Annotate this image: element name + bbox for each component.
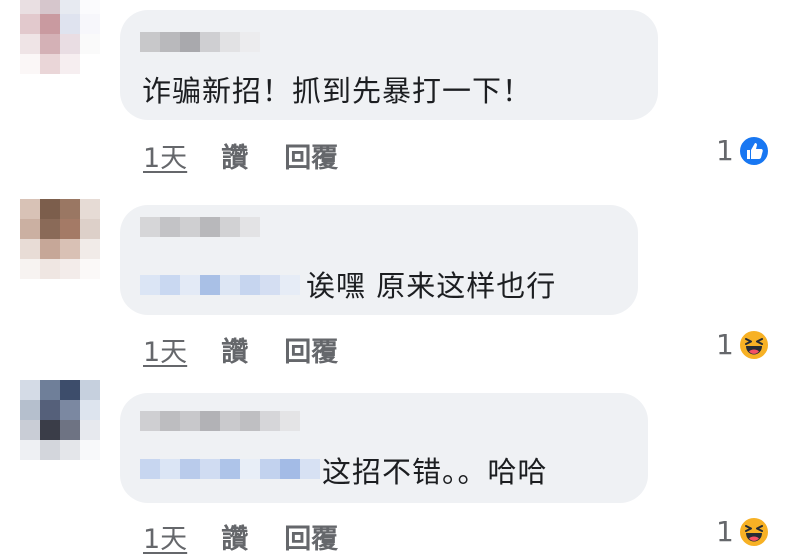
comment-bubble: 诶嘿 原来这样也行 bbox=[120, 205, 638, 315]
like-icon bbox=[737, 134, 770, 167]
commenter-name-redacted[interactable] bbox=[140, 217, 260, 237]
reaction-count: 1 bbox=[716, 134, 734, 167]
reply-button[interactable]: 回覆 bbox=[284, 136, 338, 175]
comment-actions: 1天 讚 回覆 bbox=[143, 517, 338, 556]
comment-actions: 1天 讚 回覆 bbox=[143, 136, 338, 175]
comment-text: 诶嘿 原来这样也行 bbox=[306, 269, 557, 303]
like-button[interactable]: 讚 bbox=[221, 136, 248, 175]
reply-button[interactable]: 回覆 bbox=[284, 517, 338, 556]
reaction-summary[interactable]: 1 bbox=[716, 134, 770, 167]
reaction-count: 1 bbox=[716, 328, 734, 361]
tagged-user-redacted[interactable] bbox=[140, 275, 300, 295]
reaction-count: 1 bbox=[716, 515, 734, 548]
reply-button[interactable]: 回覆 bbox=[284, 330, 338, 369]
avatar[interactable] bbox=[20, 0, 100, 74]
timestamp-link[interactable]: 1天 bbox=[143, 517, 187, 556]
avatar[interactable] bbox=[20, 199, 100, 279]
reaction-summary[interactable]: 1 bbox=[716, 328, 770, 361]
comment-text: 诈骗新招！抓到先暴打一下！ bbox=[142, 74, 533, 108]
reaction-summary[interactable]: 1 bbox=[716, 515, 770, 548]
haha-icon bbox=[737, 328, 770, 361]
timestamp-link[interactable]: 1天 bbox=[143, 330, 187, 369]
like-button[interactable]: 讚 bbox=[221, 517, 248, 556]
comment-bubble: 这招不错。。哈哈 bbox=[120, 393, 648, 503]
commenter-name-redacted[interactable] bbox=[140, 32, 260, 52]
comment-actions: 1天 讚 回覆 bbox=[143, 330, 338, 369]
avatar[interactable] bbox=[20, 380, 100, 460]
comment-bubble: 诈骗新招！抓到先暴打一下！ bbox=[120, 10, 658, 120]
commenter-name-redacted[interactable] bbox=[140, 411, 300, 431]
like-button[interactable]: 讚 bbox=[221, 330, 248, 369]
timestamp-link[interactable]: 1天 bbox=[143, 136, 187, 175]
haha-icon bbox=[737, 515, 770, 548]
tagged-user-redacted[interactable] bbox=[140, 459, 320, 479]
comment-text: 这招不错。。哈哈 bbox=[322, 455, 548, 489]
